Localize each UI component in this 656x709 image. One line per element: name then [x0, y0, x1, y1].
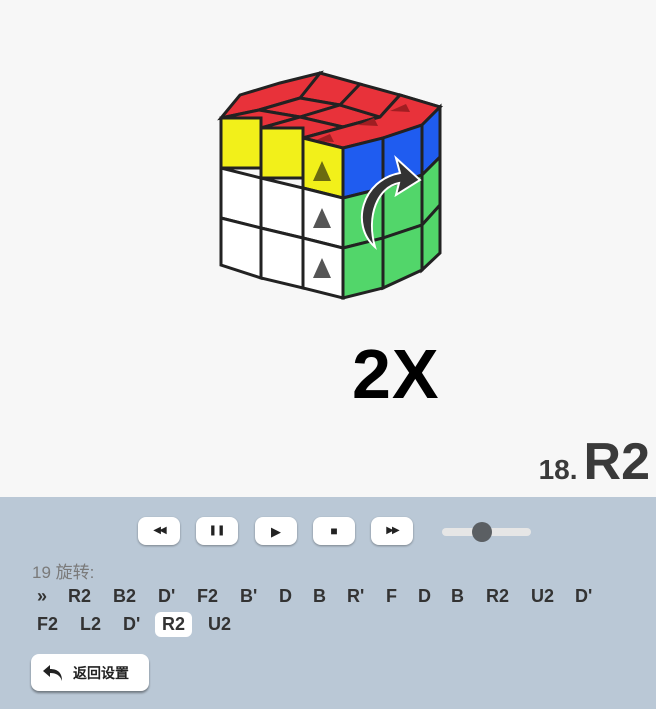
control-panel: ◀◀ ❚❚ ▶ ■ ▶▶ 19 旋转: 返回设置 » R2 B2 D' F2 B' D B R'… — [0, 497, 656, 709]
undo-arrow-icon — [43, 664, 62, 681]
move-token[interactable]: B — [451, 586, 464, 607]
current-move-indicator: 18. R2 — [539, 432, 650, 492]
move-token[interactable]: F2 — [197, 586, 218, 607]
move-token[interactable]: B' — [240, 586, 257, 607]
move-token[interactable]: U2 — [531, 586, 554, 607]
move-token[interactable]: F2 — [37, 614, 58, 635]
move-token[interactable]: D — [279, 586, 292, 607]
stop-button[interactable]: ■ — [313, 517, 355, 545]
move-token[interactable]: B — [313, 586, 326, 607]
speed-slider-thumb[interactable] — [472, 522, 493, 542]
back-to-settings-button[interactable]: 返回设置 — [31, 654, 149, 691]
cube-illustration — [217, 70, 443, 300]
fast-forward-button[interactable]: ▶▶ — [371, 517, 413, 545]
turn-multiplier: 2X — [352, 335, 440, 413]
move-token[interactable]: R2 — [155, 612, 193, 637]
rewind-button[interactable]: ◀◀ — [138, 517, 180, 545]
move-token[interactable]: B2 — [113, 586, 136, 607]
pause-icon: ❚❚ — [208, 525, 226, 536]
stop-icon: ■ — [330, 524, 338, 538]
move-token[interactable]: R2 — [68, 586, 91, 607]
play-button[interactable]: ▶ — [255, 517, 297, 545]
cube-stage: 2X 18. R2 — [0, 0, 656, 497]
move-token[interactable]: D' — [575, 586, 592, 607]
pause-button[interactable]: ❚❚ — [196, 517, 238, 545]
move-token[interactable]: U2 — [208, 614, 231, 635]
move-token[interactable]: D — [418, 586, 431, 607]
play-icon: ▶ — [271, 523, 281, 539]
rewind-icon: ◀◀ — [153, 525, 166, 536]
move-token[interactable]: F — [386, 586, 397, 607]
sequence-marker: » — [37, 586, 48, 606]
move-token[interactable]: R2 — [486, 586, 509, 607]
move-token[interactable]: L2 — [80, 614, 101, 635]
back-to-settings-label: 返回设置 — [73, 665, 129, 682]
move-token[interactable]: D' — [123, 614, 140, 635]
rotation-count-label: 19 旋转: — [32, 563, 95, 582]
cube-front-face — [219, 116, 345, 300]
current-move-label: R2 — [583, 433, 650, 491]
move-token[interactable]: R' — [347, 586, 364, 607]
move-token[interactable]: D' — [158, 586, 175, 607]
current-move-number: 18. — [538, 454, 578, 485]
fast-forward-icon: ▶▶ — [386, 525, 399, 536]
